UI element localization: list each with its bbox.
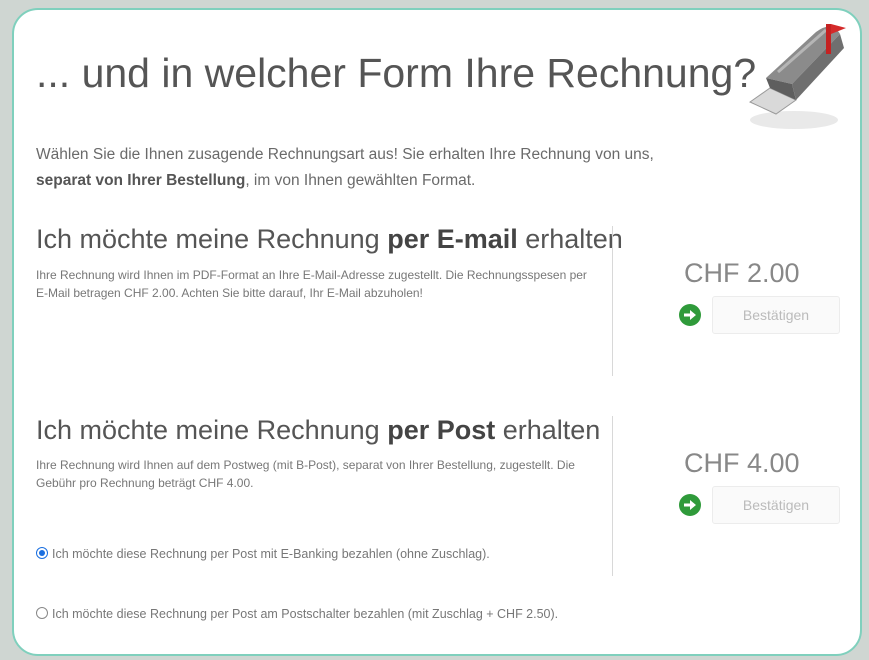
intro-emphasis: separat von Ihrer Bestellung bbox=[36, 172, 246, 189]
mailbox-icon bbox=[749, 24, 846, 129]
payment-option-ebanking[interactable]: Ich möchte diese Rechnung per Post mit E… bbox=[36, 544, 596, 564]
go-arrow-icon[interactable] bbox=[678, 493, 702, 517]
post-confirm-button[interactable]: Bestätigen bbox=[712, 486, 840, 524]
payment-option-postschalter[interactable]: Ich möchte diese Rechnung per Post am Po… bbox=[36, 604, 596, 624]
intro-text: Wählen Sie die Ihnen zusagende Rechnungs… bbox=[36, 146, 654, 189]
radio-label: Ich möchte diese Rechnung per Post mit E… bbox=[52, 547, 490, 561]
email-option-title: Ich möchte meine Rechnung per E-mail erh… bbox=[36, 224, 623, 254]
post-price: CHF 4.00 bbox=[684, 448, 800, 478]
radio-button[interactable] bbox=[36, 607, 48, 619]
post-option-description: Ihre Rechnung wird Ihnen auf dem Postweg… bbox=[36, 458, 575, 490]
invoice-format-panel: ... und in welcher Form Ihre Rechnung? W… bbox=[12, 8, 862, 656]
vertical-divider bbox=[612, 416, 613, 576]
email-price: CHF 2.00 bbox=[684, 258, 800, 288]
post-confirm[interactable]: Bestätigen bbox=[678, 486, 848, 524]
post-option-title: Ich möchte meine Rechnung per Post erhal… bbox=[36, 415, 601, 445]
email-confirm-button[interactable]: Bestätigen bbox=[712, 296, 840, 334]
email-confirm[interactable]: Bestätigen bbox=[678, 296, 848, 334]
radio-label: Ich möchte diese Rechnung per Post am Po… bbox=[52, 607, 559, 621]
vertical-divider bbox=[612, 226, 613, 376]
radio-button-selected[interactable] bbox=[36, 547, 48, 559]
go-arrow-icon[interactable] bbox=[678, 303, 702, 327]
page-title: ... und in welcher Form Ihre Rechnung? bbox=[36, 50, 757, 96]
email-option-description: Ihre Rechnung wird Ihnen im PDF-Format a… bbox=[36, 268, 587, 300]
